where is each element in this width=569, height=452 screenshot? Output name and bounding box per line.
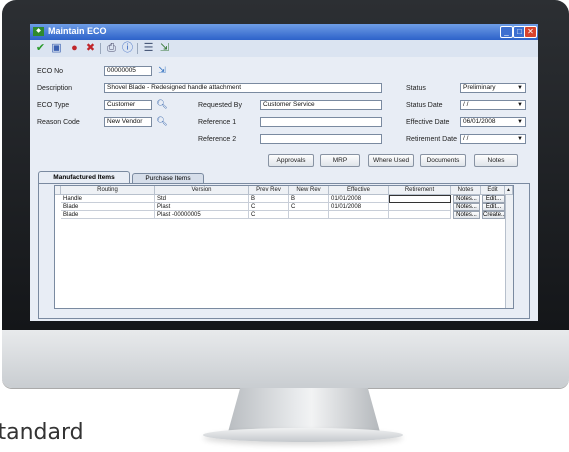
monitor-chin — [2, 330, 569, 388]
cell-routing[interactable]: Handle — [61, 195, 155, 203]
chevron-down-icon: ▼ — [517, 119, 523, 125]
create-link[interactable]: Create... — [482, 211, 506, 219]
cancel-icon[interactable]: ● — [68, 42, 81, 55]
reference1-field[interactable] — [260, 117, 382, 127]
help-icon[interactable]: ⓘ — [121, 42, 134, 55]
reason-code-label: Reason Code — [37, 119, 80, 126]
notes-button[interactable]: Notes — [474, 154, 518, 167]
export-icon[interactable]: ⇲ — [158, 42, 171, 55]
reference2-label: Reference 2 — [198, 136, 237, 143]
cell-effective[interactable] — [329, 211, 389, 219]
scroll-up-icon[interactable]: ▲ — [505, 186, 513, 195]
column-header-notes[interactable]: Notes — [451, 186, 481, 195]
description-field[interactable]: Shovel Blade - Redesigned handle attachm… — [104, 83, 382, 93]
approvals-button[interactable]: Approvals — [268, 154, 314, 167]
status-date-label: Status Date — [406, 102, 443, 109]
column-header-version[interactable]: Version — [155, 186, 249, 195]
vertical-scrollbar[interactable] — [505, 195, 513, 308]
save-icon[interactable]: ▣ — [50, 42, 63, 55]
status-date-field[interactable]: / / ▼ — [460, 100, 526, 110]
cell-effective[interactable]: 01/01/2008 — [329, 203, 389, 211]
eco-type-label: ECO Type — [37, 102, 70, 109]
column-header-effective[interactable]: Effective — [329, 186, 389, 195]
list-icon[interactable]: ☰ — [142, 42, 155, 55]
cell-new-rev[interactable]: B — [289, 195, 329, 203]
cell-routing[interactable]: Blade — [61, 203, 155, 211]
chevron-down-icon: ▼ — [517, 136, 523, 142]
column-header-routing[interactable]: Routing — [61, 186, 155, 195]
reason-code-lookup-icon[interactable]: 🔍︎ — [156, 116, 168, 127]
effective-date-label: Effective Date — [406, 119, 450, 126]
notes-link[interactable]: Notes... — [453, 211, 480, 219]
cell-retirement[interactable] — [389, 211, 451, 219]
cell-retirement[interactable] — [389, 203, 451, 211]
eco-lookup-icon[interactable]: ⇲ — [156, 65, 168, 76]
monitor-stand — [228, 388, 380, 432]
close-button[interactable]: ✕ — [524, 26, 537, 38]
retirement-date-label: Retirement Date — [406, 136, 457, 143]
window-title: Maintain ECO — [48, 26, 107, 36]
toolbar: ✔ ▣ ● ✖ ⎙ ⓘ ☰ ⇲ — [30, 40, 538, 57]
minimize-button[interactable]: _ — [500, 26, 513, 38]
check-icon[interactable]: ✔ — [34, 42, 47, 55]
app-icon: ◆ — [33, 27, 44, 36]
mrp-button[interactable]: MRP — [320, 154, 360, 167]
chevron-down-icon: ▼ — [517, 102, 523, 108]
column-header-prev-rev[interactable]: Prev Rev — [249, 186, 289, 195]
print-icon[interactable]: ⎙ — [105, 42, 118, 55]
app-window: ◆ Maintain ECO _ □ ✕ ✔ ▣ ● ✖ ⎙ ⓘ ☰ ⇲ ECO… — [30, 24, 538, 321]
retirement-date-value: / / — [463, 135, 469, 142]
description-label: Description — [37, 85, 73, 92]
column-header-new-rev[interactable]: New Rev — [289, 186, 329, 195]
delete-icon[interactable]: ✖ — [84, 42, 97, 55]
cell-prev-rev[interactable]: B — [249, 195, 289, 203]
eco-type-field[interactable]: Customer — [104, 100, 152, 110]
eco-no-field[interactable]: 00000005 — [104, 66, 152, 76]
documents-button[interactable]: Documents — [420, 154, 466, 167]
toolbar-divider — [100, 43, 101, 54]
column-header-retirement[interactable]: Retirement — [389, 186, 451, 195]
requested-by-label: Requested By — [198, 102, 242, 109]
notes-link[interactable]: Notes... — [453, 203, 480, 211]
cell-routing[interactable]: Blade — [61, 211, 155, 219]
edit-link[interactable]: Edit... — [482, 195, 505, 203]
tab-manufactured-items[interactable]: Manufactured Items — [38, 171, 130, 183]
eco-no-label: ECO No — [37, 68, 64, 75]
cell-prev-rev[interactable]: C — [249, 203, 289, 211]
cell-version[interactable]: Std — [155, 195, 249, 203]
eco-type-lookup-icon[interactable]: 🔍︎ — [156, 99, 168, 110]
title-bar: ◆ Maintain ECO _ □ ✕ — [30, 24, 538, 40]
edit-link[interactable]: Edit... — [482, 203, 505, 211]
status-date-value: / / — [463, 101, 469, 108]
effective-date-field[interactable]: 06/01/2008 ▼ — [460, 117, 526, 127]
notes-link[interactable]: Notes... — [453, 195, 480, 203]
requested-by-field[interactable]: Customer Service — [260, 100, 382, 110]
manufactured-items-grid: Routing Version Prev Rev New Rev Effecti… — [54, 185, 514, 309]
cell-new-rev[interactable] — [289, 211, 329, 219]
tab-purchase-items[interactable]: Purchase Items — [132, 173, 204, 183]
cell-version[interactable]: Plast -00000005 — [155, 211, 249, 219]
effective-date-value: 06/01/2008 — [463, 118, 496, 125]
chevron-down-icon: ▼ — [517, 85, 523, 91]
toolbar-divider — [137, 43, 138, 54]
cell-prev-rev[interactable]: C — [249, 211, 289, 219]
retirement-date-field[interactable]: / / ▼ — [460, 134, 526, 144]
cell-effective[interactable]: 01/01/2008 — [329, 195, 389, 203]
reference1-label: Reference 1 — [198, 119, 237, 126]
cell-new-rev[interactable]: C — [289, 203, 329, 211]
cell-retirement[interactable] — [389, 195, 451, 203]
caption-text: standard — [0, 420, 84, 445]
status-value: Preliminary — [463, 84, 496, 91]
column-header-edit[interactable]: Edit — [481, 186, 505, 195]
status-label: Status — [406, 85, 426, 92]
cell-version[interactable]: Plast — [155, 203, 249, 211]
reference2-field[interactable] — [260, 134, 382, 144]
status-select[interactable]: Preliminary ▼ — [460, 83, 526, 93]
monitor-foot — [203, 428, 403, 442]
where-used-button[interactable]: Where Used — [368, 154, 414, 167]
reason-code-field[interactable]: New Vendor — [104, 117, 152, 127]
